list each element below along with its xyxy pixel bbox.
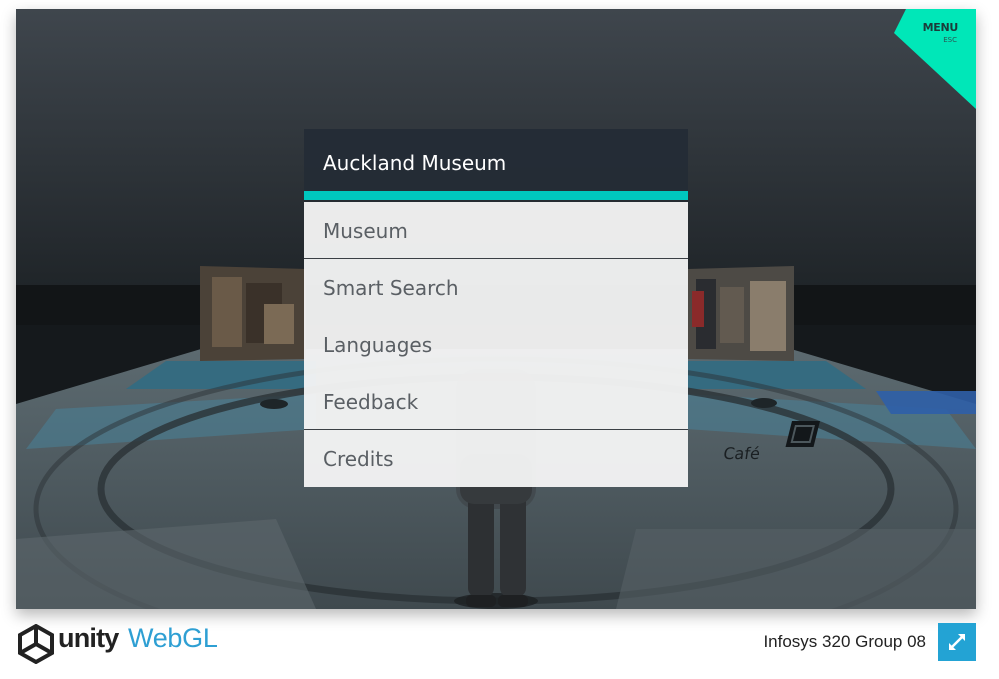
game-canvas[interactable]: Café MENU ESC Auckland Museum Museum Sma…	[16, 9, 976, 609]
project-title: Infosys 320 Group 08	[763, 632, 926, 651]
esc-shortcut-label: ESC	[943, 36, 957, 44]
menu-item-label: Feedback	[323, 390, 419, 414]
menu-label[interactable]: MENU	[923, 21, 959, 34]
dialog-header: Auckland Museum	[304, 129, 688, 191]
menu-corner-button[interactable]: MENU ESC	[894, 9, 976, 109]
exhibit-panel-left	[200, 266, 306, 361]
webgl-platform-text: WebGL	[128, 623, 218, 653]
webgl-footer: unity WebGL Infosys 320 Group 08	[0, 609, 999, 679]
fullscreen-button[interactable]	[938, 623, 976, 661]
menu-item-feedback[interactable]: Feedback	[304, 373, 688, 430]
dialog-title: Auckland Museum	[323, 151, 507, 175]
unity-logo-icon	[18, 624, 54, 664]
dialog-accent-bar	[304, 191, 688, 200]
menu-item-languages[interactable]: Languages	[304, 316, 688, 373]
menu-item-label: Credits	[323, 447, 394, 471]
menu-item-museum[interactable]: Museum	[304, 202, 688, 259]
menu-item-label: Museum	[323, 219, 408, 243]
menu-item-credits[interactable]: Credits	[304, 430, 688, 487]
main-menu-dialog: Auckland Museum Museum Smart Search Lang…	[304, 129, 688, 487]
cafe-floor-text: Café	[722, 444, 761, 463]
menu-item-label: Smart Search	[323, 276, 459, 300]
exhibit-panel-right	[688, 266, 794, 361]
menu-item-smart-search[interactable]: Smart Search	[304, 259, 688, 316]
unity-brand-text: unity	[58, 623, 119, 653]
expand-arrows-icon	[949, 634, 965, 650]
menu-item-label: Languages	[323, 333, 433, 357]
